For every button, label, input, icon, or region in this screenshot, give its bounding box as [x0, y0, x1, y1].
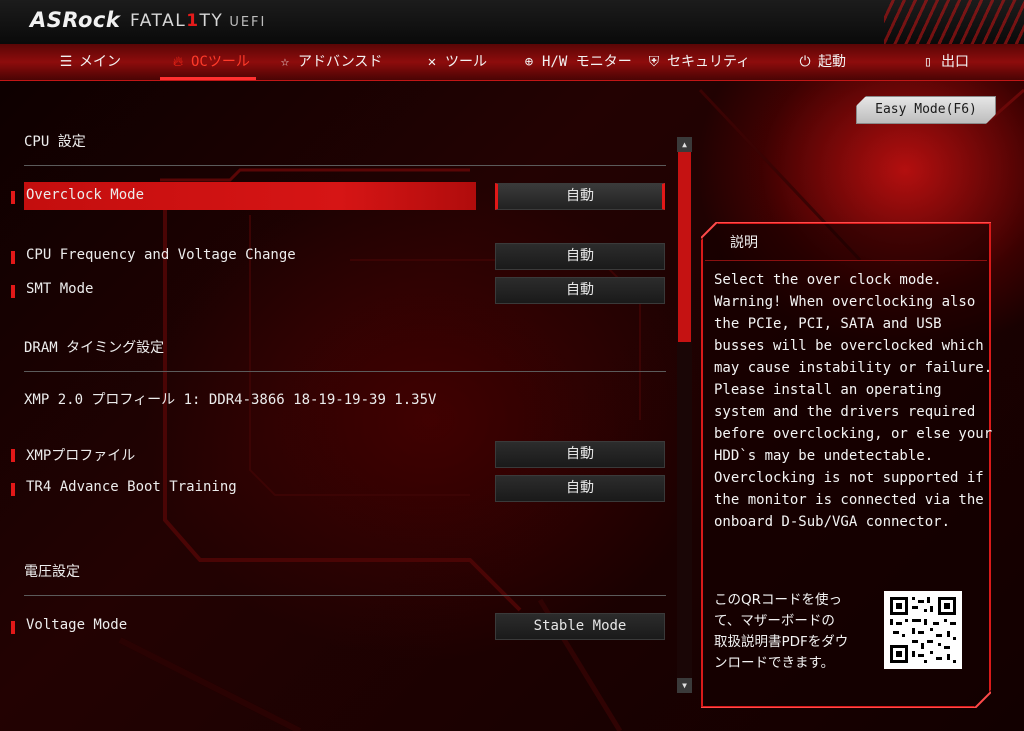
tab-oc-tools[interactable]: 🔥︎ OCツール — [160, 44, 256, 80]
section-cpu-title: CPU 設定 — [24, 134, 86, 150]
voltage-mode-select[interactable]: Stable Mode — [495, 613, 665, 640]
description-text: Select the over clock mode. Warning! Whe… — [714, 272, 993, 530]
description-title: 説明 — [730, 235, 758, 251]
uefi-label: UEFI — [229, 15, 267, 30]
tab-hw-monitor[interactable]: ⊕ H/W モニター — [521, 44, 632, 80]
tab-main[interactable]: ☰ メイン — [58, 44, 121, 80]
tr4-training-select[interactable]: 自動 — [495, 475, 665, 502]
xmp-info-text: XMP 2.0 プロフィール 1: DDR4-3866 18-19-19-39 … — [24, 392, 437, 408]
tr4-training-label[interactable]: TR4 Advance Boot Training — [26, 479, 237, 495]
smt-mode-label[interactable]: SMT Mode — [26, 281, 93, 297]
top-header: ASRock FATAL1TY UEFI — [0, 0, 1024, 44]
divider — [24, 371, 666, 372]
list-icon: ☰ — [59, 54, 73, 70]
header-decoration — [884, 0, 1024, 44]
scroll-up-icon[interactable]: ▲ — [677, 137, 692, 152]
power-icon: ⏻ — [799, 54, 811, 70]
tab-boot[interactable]: ⏻ 起動 — [797, 44, 846, 80]
divider — [24, 165, 666, 166]
tab-exit[interactable]: ▯ 出口 — [920, 44, 969, 80]
overclock-mode-select[interactable]: 自動 — [495, 183, 665, 210]
row-marker — [11, 621, 15, 634]
qr-caption: このQRコードを使っ て、マザーボードの 取扱説明書PDFをダウ ンロードできま… — [714, 592, 849, 671]
row-marker — [11, 251, 15, 264]
description-divider — [705, 260, 987, 261]
shield-icon: ⛨ — [648, 54, 660, 70]
row-marker — [11, 191, 15, 204]
row-marker — [11, 483, 15, 496]
qr-code-icon — [884, 591, 962, 669]
exit-door-icon: ▯ — [923, 54, 933, 70]
cpu-frequency-label[interactable]: CPU Frequency and Voltage Change — [26, 247, 296, 263]
tools-icon: ✕ — [427, 54, 437, 70]
section-voltage-title: 電圧設定 — [24, 564, 80, 580]
voltage-mode-label[interactable]: Voltage Mode — [26, 617, 127, 633]
row-marker — [11, 285, 15, 298]
cpu-frequency-select[interactable]: 自動 — [495, 243, 665, 270]
section-dram-title: DRAM タイミング設定 — [24, 340, 165, 356]
row-marker — [11, 449, 15, 462]
scrollbar-thumb[interactable] — [678, 152, 691, 342]
star-icon: ☆ — [280, 54, 290, 70]
scroll-down-icon[interactable]: ▼ — [677, 678, 692, 693]
overclock-mode-label[interactable]: Overclock Mode — [26, 187, 144, 203]
main-nav: ☰ メイン 🔥︎ OCツール ☆ アドバンスド ✕ ツール ⊕ H/W モニター… — [0, 44, 1024, 81]
tab-advanced[interactable]: ☆ アドバンスド — [277, 44, 383, 80]
crosshair-icon: ⊕ — [524, 54, 534, 70]
divider — [24, 595, 666, 596]
xmp-profile-label[interactable]: XMPプロファイル — [26, 445, 135, 465]
product-logo: FATAL1TY UEFI — [130, 11, 267, 31]
tab-security[interactable]: ⛨ セキュリティ — [646, 44, 750, 80]
smt-mode-select[interactable]: 自動 — [495, 277, 665, 304]
brand-logo: ASRock — [30, 8, 121, 32]
easy-mode-button[interactable]: Easy Mode(F6) — [856, 96, 996, 124]
flame-icon: 🔥︎ — [172, 54, 184, 70]
tab-tools[interactable]: ✕ ツール — [424, 44, 487, 80]
xmp-profile-select[interactable]: 自動 — [495, 441, 665, 468]
